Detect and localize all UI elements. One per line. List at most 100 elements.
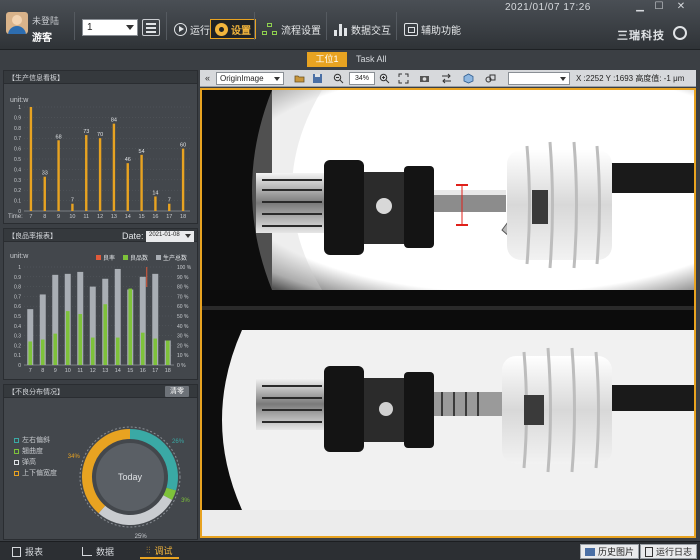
y-tick-label-left: 0.1 [14,353,21,359]
flow-settings-button[interactable]: 流程设置 [258,19,325,39]
defect-donut-chart: 26% 3% 25% 34% Today [68,426,190,540]
user-login-status[interactable]: 未登陆 [32,14,59,27]
data-exchange-label: 数据交互 [351,25,391,37]
flowchart-icon [262,22,278,36]
y-tick-label-left: 0 [18,363,21,369]
good-bar [53,333,58,365]
x-tick-label: 9 [57,214,60,220]
bar-data-label: 14 [152,190,158,196]
maximize-icon[interactable]: ☐ [652,1,666,13]
y-tick-label-right: 80 % [177,285,189,291]
y-tick-label-right: 10 % [177,353,189,359]
y-tick-label: 0.6 [14,147,21,153]
image-viewer: « OriginImage 34% X:2252 Y:1693 高度值: -… [200,70,696,538]
x-tick-label: 14 [115,368,121,374]
list-view-button[interactable] [142,19,160,36]
save-icon[interactable] [312,73,323,84]
swap-icon[interactable] [441,73,452,84]
production-board-panel: 【生产信息看板】 unit:w 1 0.9 0.8 0.7 0.6 0.5 0.4 0.3 0.… [3,70,198,224]
y-tick-label-left: 0.6 [14,304,21,310]
viewer-toolbar: « OriginImage 34% X:2252 Y:1693 高度值: -… [200,70,696,87]
datetime-display: 2021/01/07 17:26 [505,2,591,13]
x-tick-label: 8 [41,368,44,374]
tab-task-all[interactable]: Task All [356,52,387,67]
settings-label: 设置 [231,25,251,37]
divider [326,12,327,40]
line-chart-icon [82,547,92,556]
image-source-select[interactable]: OriginImage [216,72,284,85]
run-button[interactable]: 运行 [170,19,214,39]
y-tick-label: 0.4 [14,167,21,173]
divider [74,12,75,40]
x-tick-label: 10 [65,368,71,374]
y-tick-label-left: 0.5 [14,314,21,320]
good-bar [153,338,158,365]
bar-data-label: 33 [42,171,48,177]
company-logo-icon [673,26,687,40]
close-icon[interactable]: ✕ [674,1,688,13]
aux-functions-label: 辅助功能 [421,25,461,37]
x-tick-label: 7 [29,368,32,374]
tab-station-1[interactable]: 工位1 [307,52,347,67]
y-tick-label-right: 50 % [177,314,189,320]
chevron-down-icon [126,25,134,30]
production-bar [29,107,33,211]
history-images-button[interactable]: 历史图片 [580,544,640,559]
cube-icon[interactable] [463,73,474,84]
debug-tab[interactable]: ⫶⫶ 调试 [140,544,179,559]
production-bar [154,196,157,211]
production-bar [126,163,129,211]
connector-inspection-image [202,90,694,536]
divider [254,12,255,40]
bar-data-label: 54 [139,149,145,155]
minimize-icon[interactable]: ▁ [633,1,647,13]
good-bar [40,339,45,365]
run-log-button[interactable]: 运行日志 [640,544,698,559]
collapse-left-icon[interactable]: « [202,73,213,84]
open-folder-icon[interactable] [294,73,305,84]
zoom-level-field[interactable]: 34% [349,72,375,85]
y-tick-label: 0.3 [14,178,21,184]
toolbox-icon [404,22,418,36]
user-avatar[interactable] [6,12,28,34]
divider [166,12,167,40]
aux-functions-button[interactable]: 辅助功能 [400,19,465,39]
zoom-in-icon[interactable] [379,73,390,84]
y-tick-label-right: 90 % [177,275,189,281]
report-icon [12,546,21,557]
donut-percent-label: 25% [135,534,148,540]
data-tab[interactable]: 数据 [76,544,120,559]
y-tick-label-right: 30 % [177,334,189,340]
roi-select[interactable] [508,72,570,85]
app-header: 未登陆 游客 1 运行 设置 流程设置 数据交互 辅助功能 2021/01/07… [0,0,700,50]
x-tick-label: 10 [69,214,75,220]
sliders-icon: ⫶⫶ [146,545,151,555]
data-exchange-button[interactable]: 数据交互 [330,19,395,39]
y-tick-label: 0.7 [14,136,21,142]
report-tab[interactable]: 报表 [6,544,49,559]
settings-button[interactable]: 设置 [210,19,256,39]
clear-button[interactable]: 清零 [165,386,189,397]
x-tick-label: 12 [90,368,96,374]
good-bar [65,311,70,365]
zoom-out-icon[interactable] [333,73,344,84]
company-logo-text: 三瑞科技 [617,30,665,42]
production-bar [85,135,88,211]
date-picker[interactable]: 2021-01-08 [146,231,194,242]
x-axis-label: Time: [8,214,23,220]
x-tick-label: 8 [43,214,46,220]
production-bar [112,123,116,211]
fit-to-window-icon[interactable] [398,73,409,84]
good-bar [128,288,133,365]
y-tick-label-right: 40 % [177,324,189,330]
production-bar [57,140,60,211]
shapes-icon[interactable] [485,73,496,84]
camera-icon[interactable] [419,73,430,84]
camera-image-frame[interactable] [200,88,696,538]
yield-report-panel: 【良品率报表】 Date: 2021-01-08 unit:w 良率 良品数 生… [3,228,198,380]
bar-data-label: 73 [83,129,89,135]
y-tick-label: 0.9 [14,115,21,121]
bar-data-label: 7 [168,198,171,204]
station-select[interactable]: 1 [82,19,138,36]
bar-data-label: 84 [111,118,117,124]
